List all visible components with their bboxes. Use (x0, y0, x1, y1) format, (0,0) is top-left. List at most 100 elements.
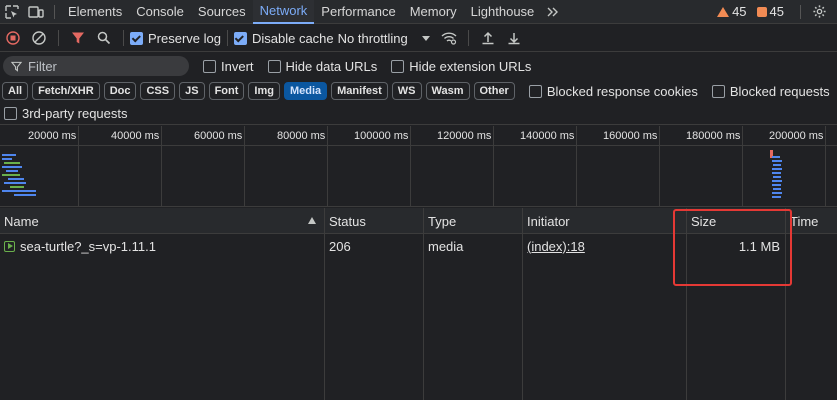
overview-gridline (576, 126, 577, 207)
hide-data-urls-checkbox[interactable]: Hide data URLs (267, 58, 378, 74)
overview-gridline (659, 126, 660, 207)
stop-recording-icon[interactable] (0, 25, 26, 51)
blocked-requests-check-icon[interactable] (711, 84, 725, 98)
network-toolbar: Preserve log Disable cache No throttling (0, 25, 837, 52)
blocked-response-cookies-check-icon[interactable] (528, 84, 542, 98)
tab-lighthouse[interactable]: Lighthouse (464, 0, 542, 24)
third-party-check-icon[interactable] (4, 107, 17, 120)
third-party-requests-checkbox[interactable]: 3rd-party requests (4, 106, 128, 121)
type-filter-fetch-xhr[interactable]: Fetch/XHR (32, 82, 100, 100)
type-filter-ws[interactable]: WS (391, 82, 422, 100)
overview-request-bar (772, 196, 781, 198)
overview-tick: 20000 ms (28, 130, 77, 142)
tab-memory[interactable]: Memory (403, 0, 464, 24)
tab-sources[interactable]: Sources (191, 0, 253, 24)
tab-network[interactable]: Network (252, 0, 315, 24)
overview-gridline (78, 126, 79, 207)
hide-data-urls-check-icon[interactable] (267, 59, 281, 73)
type-filter-css[interactable]: CSS (140, 82, 176, 100)
chevron-down-icon (421, 35, 430, 41)
column-header-type[interactable]: Type (424, 208, 522, 234)
column-header-status[interactable]: Status (325, 208, 423, 234)
filter-box[interactable] (3, 56, 189, 76)
overview-tick: 40000 ms (111, 130, 160, 142)
blocked-response-cookies-label: Blocked response cookies (546, 83, 698, 99)
resource-type-filter-bar: All Fetch/XHR Doc CSS JS Font Img Media … (0, 79, 837, 103)
request-time (786, 235, 837, 257)
type-filter-manifest[interactable]: Manifest (331, 82, 388, 100)
disable-cache-checkbox[interactable]: Disable cache (233, 31, 334, 46)
tab-console[interactable]: Console (129, 0, 191, 24)
tab-performance[interactable]: Performance (314, 0, 402, 24)
column-header-time[interactable]: Time (786, 208, 837, 234)
clear-icon[interactable] (26, 25, 52, 51)
overview-tick: 100000 ms (354, 130, 409, 142)
blocked-response-cookies-checkbox[interactable]: Blocked response cookies (528, 83, 698, 99)
hide-extension-urls-checkbox[interactable]: Hide extension URLs (391, 59, 531, 74)
overview-tick: 160000 ms (603, 130, 658, 142)
inspect-element-icon[interactable] (0, 0, 24, 24)
overview-request-bar (772, 160, 782, 162)
search-icon[interactable] (91, 25, 117, 51)
type-filter-font[interactable]: Font (208, 82, 245, 100)
preserve-log-check-icon[interactable] (130, 31, 143, 45)
overview-gridline (244, 126, 245, 207)
type-filter-media[interactable]: Media (283, 82, 328, 100)
preserve-log-label: Preserve log (148, 30, 221, 46)
overview-tick: 120000 ms (437, 130, 492, 142)
invert-check-icon[interactable] (203, 59, 216, 73)
overview-tick: 60000 ms (194, 130, 243, 142)
errors-badge[interactable]: 45 (756, 4, 784, 19)
filter-funnel-icon[interactable] (65, 25, 91, 51)
disable-cache-check-icon[interactable] (233, 31, 247, 45)
type-filter-doc[interactable]: Doc (103, 82, 137, 100)
overview-request-bar (773, 176, 781, 178)
request-initiator-link[interactable]: (index):18 (527, 239, 585, 254)
request-name-cell[interactable]: sea-turtle?_s=vp-1.11.1 (0, 235, 324, 257)
import-har-icon[interactable] (475, 25, 501, 51)
invert-checkbox[interactable]: Invert (203, 59, 254, 74)
export-har-icon[interactable] (501, 25, 527, 51)
throttling-value: No throttling (337, 30, 408, 46)
blocked-requests-checkbox[interactable]: Blocked requests (711, 83, 830, 99)
tab-elements[interactable]: Elements (61, 0, 129, 24)
overview-tick: 180000 ms (686, 130, 741, 142)
tabbar-separator-right (800, 4, 801, 19)
column-header-name[interactable]: Name (0, 208, 324, 234)
warnings-count: 45 (732, 4, 747, 19)
overview-request-bar (2, 158, 12, 160)
network-conditions-icon[interactable] (436, 25, 462, 51)
overview-request-bar (14, 194, 36, 196)
request-initiator-cell: (index):18 (523, 235, 686, 257)
more-tabs-icon[interactable] (541, 0, 565, 24)
overview-request-bar (772, 192, 782, 194)
media-file-icon (4, 240, 15, 252)
settings-gear-icon[interactable] (807, 0, 831, 24)
hide-extension-urls-check-icon[interactable] (391, 59, 405, 73)
type-filter-all[interactable]: All (2, 82, 29, 100)
warnings-badge[interactable]: 45 (717, 4, 747, 19)
filter-input[interactable] (28, 58, 178, 74)
preserve-log-checkbox[interactable]: Preserve log (130, 31, 221, 46)
error-icon (756, 6, 767, 17)
overview-request-bar (2, 174, 20, 176)
overview-request-bar (772, 180, 782, 182)
column-header-initiator[interactable]: Initiator (523, 208, 686, 234)
device-toolbar-icon[interactable] (24, 0, 48, 24)
devtools-tabbar: Elements Console Sources Network Perform… (0, 0, 837, 24)
type-filter-other[interactable]: Other (473, 82, 515, 100)
network-overview[interactable]: 20000 ms 40000 ms 60000 ms 80000 ms 1000… (0, 126, 837, 207)
overview-request-bar (10, 186, 24, 188)
third-party-label: 3rd-party requests (22, 106, 128, 121)
hide-data-urls-label: Hide data URLs (285, 58, 378, 74)
overview-request-bar (2, 154, 16, 156)
type-filter-wasm[interactable]: Wasm (425, 82, 470, 100)
type-filter-img[interactable]: Img (248, 82, 280, 100)
toolbar-separator (467, 30, 469, 46)
hide-extension-urls-label: Hide extension URLs (409, 58, 532, 74)
overview-request-bar (772, 156, 780, 158)
overview-gridline (493, 126, 494, 207)
type-filter-js[interactable]: JS (179, 82, 205, 100)
blocked-requests-label: Blocked requests (729, 83, 830, 99)
throttling-select[interactable]: No throttling (338, 31, 430, 46)
